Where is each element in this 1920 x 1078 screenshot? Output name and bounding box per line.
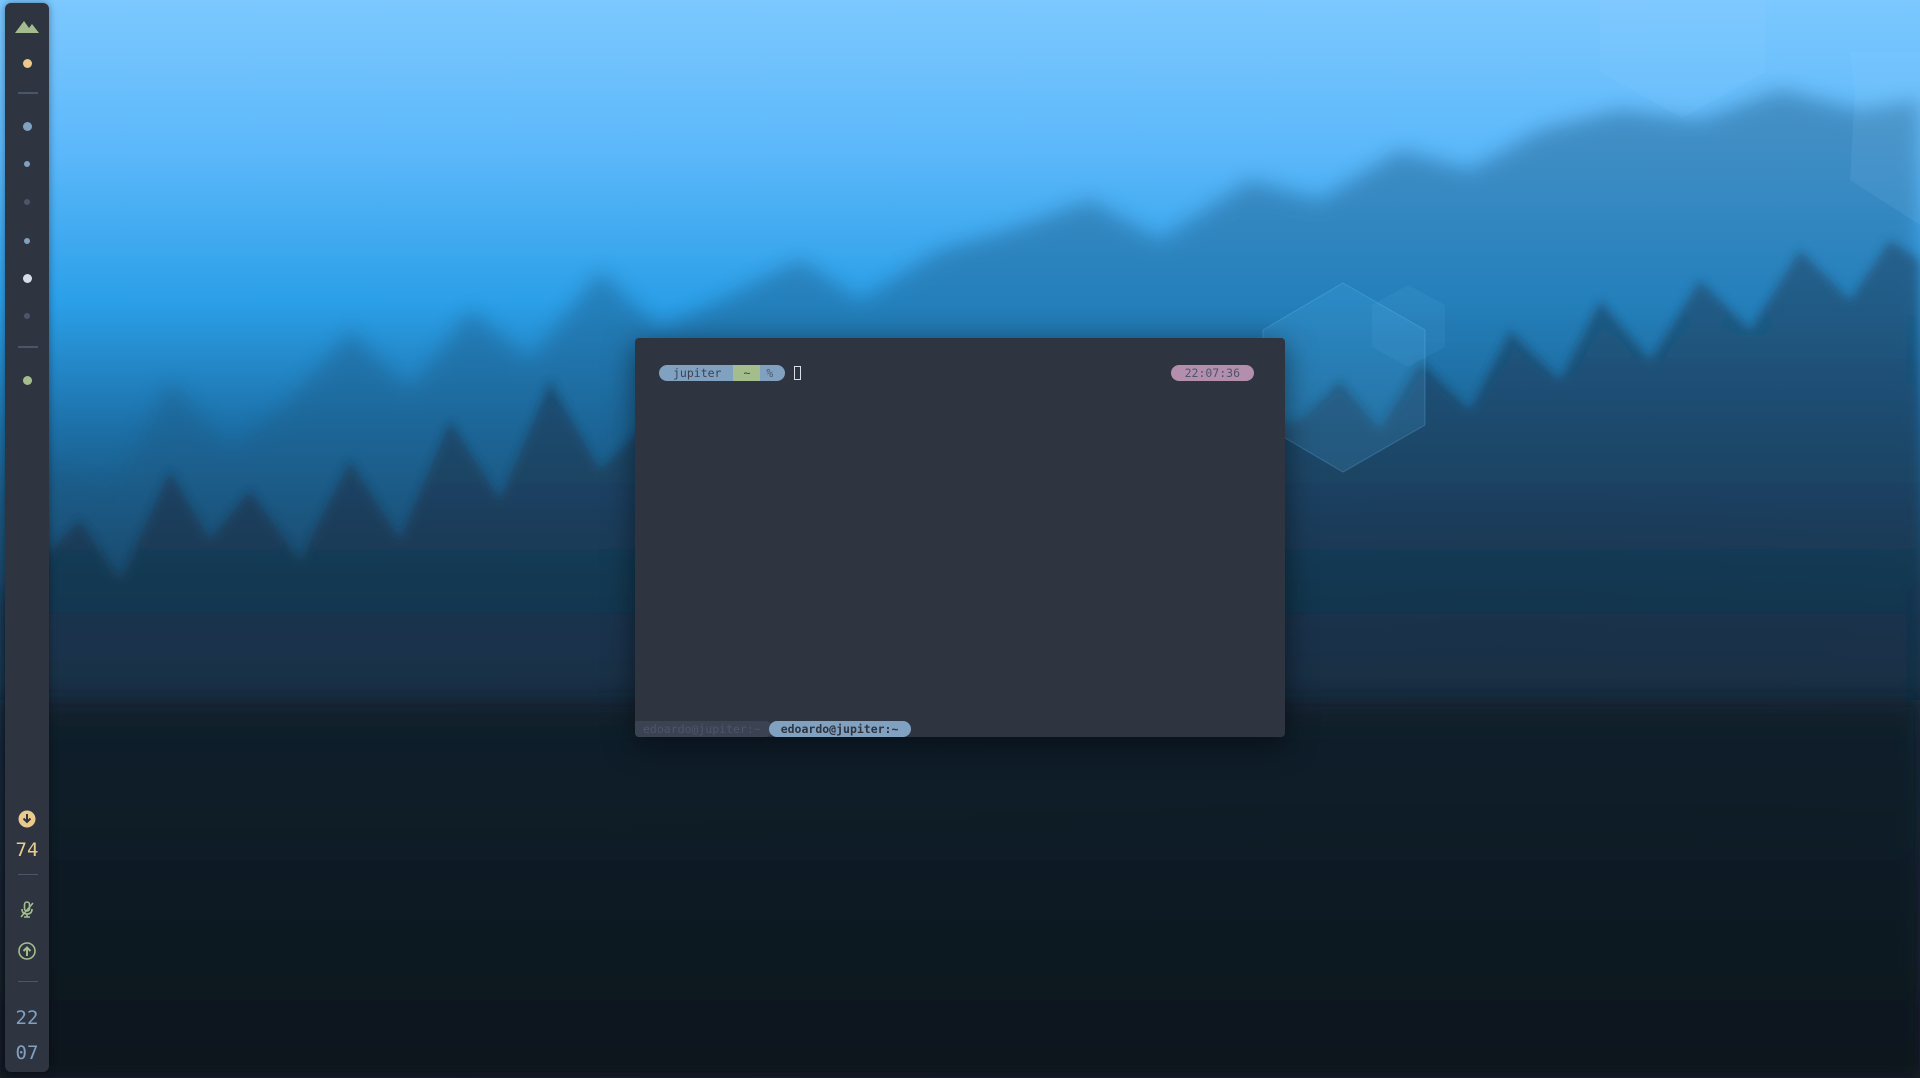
upload-circle-icon[interactable] [5,941,49,961]
workspace-1-dot[interactable] [5,56,49,70]
terminal-window[interactable]: jupiter ~ % 22:07:36 edoardo@jupiter:~ e… [635,338,1285,737]
workspace-7-dot[interactable] [5,309,49,323]
workspace-6-dot[interactable] [5,271,49,285]
clock-hour: 22 [15,1007,39,1029]
workspace-indicator [24,199,30,205]
prompt-clock: 22:07:36 [1170,365,1254,381]
workspace-3-dot[interactable] [5,157,49,171]
clock-minute: 07 [15,1042,39,1064]
hexagon-decoration [1262,282,1445,473]
sidebar-divider [18,346,38,348]
workspace-indicator [24,238,30,244]
workspace-indicator [24,161,30,167]
sidebar-divider [18,92,38,94]
microphone-off-icon[interactable] [5,900,49,920]
workspace-indicator [22,58,32,68]
workspace-indicator [22,273,32,283]
prompt-directory: ~ [733,365,761,381]
mountain-icon[interactable] [5,16,49,36]
terminal-tab-bar: edoardo@jupiter:~ edoardo@jupiter:~ [635,721,912,737]
workspace-indicator [22,121,32,131]
volume-value: 74 [15,839,39,861]
text-cursor[interactable] [794,366,802,380]
terminal-tab-active[interactable]: edoardo@jupiter:~ [768,721,912,737]
sidebar-bar: 74 22 07 [5,3,49,1072]
terminal-tab[interactable]: edoardo@jupiter:~ [635,721,773,737]
shell-prompt: jupiter ~ % [659,365,802,381]
prompt-host: jupiter [659,365,734,381]
workspace-5-dot[interactable] [5,234,49,248]
workspace-4-dot[interactable] [5,195,49,209]
workspace-indicator [24,313,30,319]
download-circle-icon[interactable] [5,809,49,829]
sidebar-divider [18,874,38,875]
hexagon-decoration [1600,0,1920,225]
prompt-symbol: % [760,365,786,381]
workspace-indicator [22,375,32,385]
workspace-2-dot[interactable] [5,119,49,133]
workspace-8-dot[interactable] [5,373,49,387]
sidebar-divider [18,981,38,982]
